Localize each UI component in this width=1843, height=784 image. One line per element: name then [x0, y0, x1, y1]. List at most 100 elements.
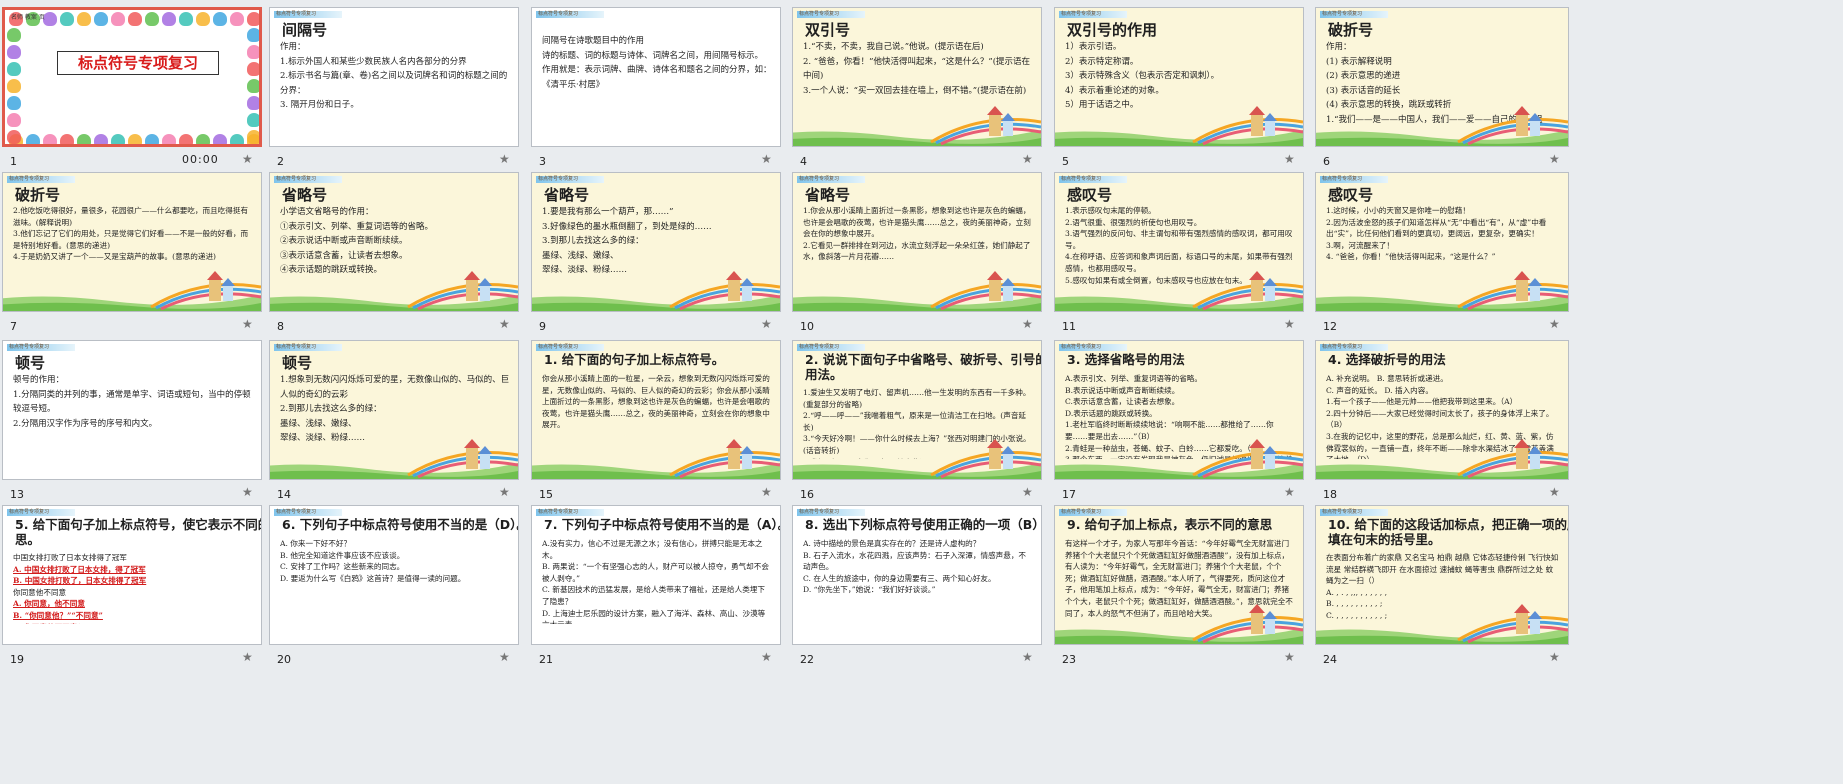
- slide-text-line: A. , . , ,,, , , , , , ,: [1326, 587, 1388, 597]
- slide-number: 5: [1062, 155, 1069, 168]
- handprint-icon: [247, 28, 259, 42]
- slide-body: 1.要是我有那么一个葫芦，那……” 3.好像绿色的墨水瓶倒翻了，到处是绿的…… 3.…: [542, 205, 772, 291]
- slide-number: 7: [10, 320, 17, 333]
- slide-transition-star-icon[interactable]: ★: [242, 152, 253, 166]
- slide-transition-star-icon[interactable]: ★: [1284, 485, 1295, 499]
- slide-thumbnail-7[interactable]: 标点符号专项复习 破折号 2.他吃饭吃得很好，量很多，花园很广——什么都要吃，而且吃…: [2, 172, 262, 312]
- slide-thumbnail-11[interactable]: 标点符号专项复习 感叹号 1.表示感叹句末尾的停顿。 2.语气很重、很强烈的祈使句也用…: [1054, 172, 1304, 312]
- slide-transition-star-icon[interactable]: ★: [499, 317, 510, 331]
- header-tag: 标点符号专项复习: [1320, 509, 1388, 516]
- slide-transition-star-icon[interactable]: ★: [1284, 650, 1295, 664]
- slide-text-line: 4）表示着重论述的对象。: [1065, 85, 1164, 96]
- slide-transition-star-icon[interactable]: ★: [499, 152, 510, 166]
- slide-thumbnail-10[interactable]: 标点符号专项复习 省略号 1.你会从那小溪睛上面折过一条黑影，想象到这也许是灰色的蝙…: [792, 172, 1042, 312]
- handprint-icon: [7, 130, 21, 144]
- slide-thumbnail-8[interactable]: 标点符号专项复习 省略号 小学语文省略号的作用： ①表示引文、列举、重复词语等的省略。…: [269, 172, 519, 312]
- slide-transition-star-icon[interactable]: ★: [761, 317, 772, 331]
- slide-thumbnail-21[interactable]: 标点符号专项复习 7. 下列句子中标点符号使用不当的是（A）。 A.没有实力，信心不…: [531, 505, 781, 645]
- slide-transition-star-icon[interactable]: ★: [1022, 317, 1033, 331]
- slide-number: 15: [539, 488, 553, 501]
- slide-transition-star-icon[interactable]: ★: [499, 650, 510, 664]
- slide-thumbnail-18[interactable]: 标点符号专项复习 4. 选择破折号的用法 A. 补充说明。 B. 意思转折或递进。 C…: [1315, 340, 1569, 480]
- slide-number: 8: [277, 320, 284, 333]
- slide-transition-star-icon[interactable]: ★: [761, 152, 772, 166]
- slide-thumbnail-19[interactable]: 标点符号专项复习 5. 给下面句子加上标点符号，使它表示不同的意思。 中国女排打败了…: [2, 505, 262, 645]
- slide-thumbnail-1[interactable]: 名师 教案 页标点符号专项复习: [2, 7, 262, 147]
- slide-text-line: C. 新基因技术的迅猛发展，是给人类带来了福祉，还是给人类埋下了隐患？: [542, 585, 765, 606]
- slide-thumbnail-17[interactable]: 标点符号专项复习 3. 选择省略号的用法 A.表示引文、列举、重复词语等的省略。 B.…: [1054, 340, 1304, 480]
- slide-thumbnail-4[interactable]: 标点符号专项复习 双引号 1.“不卖，不卖，我自己说。”他说。(提示语在后) 2. “…: [792, 7, 1042, 147]
- handprint-icon: [230, 12, 244, 26]
- slide-thumbnail-6[interactable]: 标点符号专项复习 破折号 作用： (1) 表示解释说明 (2) 表示意思的递进 (3) 表…: [1315, 7, 1569, 147]
- slide-transition-star-icon[interactable]: ★: [499, 485, 510, 499]
- slide-thumbnail-9[interactable]: 标点符号专项复习 省略号 1.要是我有那么一个葫芦，那……” 3.好像绿色的墨水瓶倒翻…: [531, 172, 781, 312]
- slide-thumbnail-20[interactable]: 标点符号专项复习 6. 下列句子中标点符号使用不当的是（D）。 A. 你来一下好不好…: [269, 505, 519, 645]
- slide-transition-star-icon[interactable]: ★: [1549, 485, 1560, 499]
- slide-transition-star-icon[interactable]: ★: [242, 485, 253, 499]
- header-tag: 标点符号专项复习: [274, 176, 342, 183]
- slide-text-line: 2）表示特定称谓。: [1065, 56, 1139, 67]
- slide-transition-star-icon[interactable]: ★: [761, 485, 772, 499]
- handprint-icon: [247, 62, 259, 76]
- slide-thumbnail-2[interactable]: 标点符号专项复习 间隔号 作用： 1.标示外国人和某些少数民族人名内各部分的分界 2.标…: [269, 7, 519, 147]
- slide-thumbnail-12[interactable]: 标点符号专项复习 感叹号 1.这时候，小小的天窗又是你唯一的慰藉！ 2.因为活波金怒的…: [1315, 172, 1569, 312]
- slide-number: 21: [539, 653, 553, 666]
- slide-transition-star-icon[interactable]: ★: [242, 317, 253, 331]
- slide-text-line: A. 中国女排打败了日本女排，得了冠军: [13, 564, 146, 574]
- slide-text-line: 2.标示书名与篇(章、卷)名之间以及词牌名和词的标题之间的分界：: [280, 71, 508, 96]
- slide-number: 2: [277, 155, 284, 168]
- slide-body: 1.想象到无数闪闪烁烁可爱的星，无数像山似的、马似的、巨人似的奇幻的云彩 2.到那…: [280, 373, 510, 459]
- header-tag: 标点符号专项复习: [7, 344, 75, 351]
- slide-text-line: (1) 表示解释说明: [1326, 56, 1392, 67]
- slide-text-line: 2.青蛙是一种益虫，苍蝇、蚊子、白蛉……它都爱吃。（A）: [1065, 443, 1264, 453]
- slide-thumbnail-24[interactable]: 标点符号专项复习 10. 给下面的这段话加标点，把正确一项的序号填在句末的括号里。…: [1315, 505, 1569, 645]
- slide-text-line: C. 你同意他不同意？: [13, 622, 253, 624]
- slide-text-line: B. 石子入流水，水花四溅，应该声势：石子入深潭，情感声悬，不动声色。: [803, 550, 1027, 572]
- slide-transition-star-icon[interactable]: ★: [1549, 152, 1560, 166]
- handprint-icon: [247, 96, 259, 110]
- header-tag: 标点符号专项复习: [1059, 344, 1127, 351]
- slide-thumbnail-15[interactable]: 标点符号专项复习 1. 给下面的句子加上标点符号。 你会从那小溪睛上面的一粒星，一朵…: [531, 340, 781, 480]
- slide-text-line: 1.“不卖，不卖，我自己说。”他说。(提示语在后): [803, 42, 984, 52]
- slide-text-line: 2.“呼——呼——”我喘着粗气，原来是一位清洁工在扫地。(声音延长): [803, 411, 1027, 432]
- slide-transition-star-icon[interactable]: ★: [1022, 650, 1033, 664]
- slide-transition-star-icon[interactable]: ★: [1284, 152, 1295, 166]
- slide-timer: 00:00: [182, 153, 219, 166]
- handprint-icon: [145, 134, 159, 144]
- slide-thumbnail-23[interactable]: 标点符号专项复习 9. 给句子加上标点，表示不同的意思 有这样一个才子，为家人写那年…: [1054, 505, 1304, 645]
- slide-text-line: 墨绿、浅绿、嫩绿、: [542, 250, 619, 261]
- handprint-icon: [128, 12, 142, 26]
- slide-text-line: 在表面分布着广的家鼎 又名宝马 柏鼎 越鼎 它体态轻捷伶俐 飞行快如流星 常结群…: [1326, 553, 1559, 586]
- slide-body: 1.表示感叹句末尾的停顿。 2.语气很重、很强烈的祈使句也用叹号。 3.语气强烈的反…: [1065, 205, 1295, 291]
- handprint-icon: [7, 62, 21, 76]
- header-tag: 标点符号专项复习: [274, 11, 342, 18]
- slide-transition-star-icon[interactable]: ★: [1549, 317, 1560, 331]
- header-tag: 标点符号专项复习: [797, 11, 865, 18]
- slide-transition-star-icon[interactable]: ★: [242, 650, 253, 664]
- slide-thumbnail-16[interactable]: 标点符号专项复习 2. 说说下面句子中省略号、破折号、引号的不同用法。 1.爱迪生又…: [792, 340, 1042, 480]
- slide-text-line: ②表示说话中断或声音断断续续。: [280, 236, 408, 246]
- slide-text-line: 1）表示引语。: [1065, 42, 1122, 52]
- handprint-icon: [7, 113, 21, 127]
- slide-transition-star-icon[interactable]: ★: [1022, 152, 1033, 166]
- slide-title: 破折号: [1328, 21, 1374, 39]
- slide-transition-star-icon[interactable]: ★: [1022, 485, 1033, 499]
- slide-cell-24: 标点符号专项复习 10. 给下面的这段话加标点，把正确一项的序号填在句末的括号里。…: [1315, 505, 1569, 701]
- header-tag: 标点符号专项复习: [797, 176, 865, 183]
- slide-thumbnail-13[interactable]: 标点符号专项复习 顿号 顿号的作用： 1.分隔同类的并列的事，通常是单字、词语或短句，…: [2, 340, 262, 480]
- slide-text-line: C.表示话意含蓄，让读者去想象。: [1065, 397, 1180, 407]
- slide-number: 6: [1323, 155, 1330, 168]
- slide-thumbnail-14[interactable]: 标点符号专项复习 顿号 1.想象到无数闪闪烁烁可爱的星，无数像山似的、马似的、巨人似…: [269, 340, 519, 480]
- slide-transition-star-icon[interactable]: ★: [1549, 650, 1560, 664]
- slide-transition-star-icon[interactable]: ★: [1284, 317, 1295, 331]
- slide-thumbnail-5[interactable]: 标点符号专项复习 双引号的作用 1）表示引语。 2）表示特定称谓。 3）表示特殊含义（包…: [1054, 7, 1304, 147]
- slide-title: 感叹号: [1328, 186, 1374, 204]
- handprint-icon: [247, 130, 259, 144]
- slide-number: 10: [800, 320, 814, 333]
- slide-thumbnail-3[interactable]: 标点符号专项复习 间隔号在诗歌题目中的作用 诗的标题、词的标题与诗体、词牌名之间，用…: [531, 7, 781, 147]
- slide-text-line: 5.感叹句如果有或全倒置，句末感叹号也应放在句末。: [1065, 275, 1247, 285]
- header-tag: 标点符号专项复习: [274, 509, 342, 516]
- slide-transition-star-icon[interactable]: ★: [761, 650, 772, 664]
- slide-thumbnail-22[interactable]: 标点符号专项复习 8. 选出下列标点符号使用正确的一项（B） A. 诗中描绘的景色是…: [792, 505, 1042, 645]
- slide-text-line: ③表示话意含蓄，让读者去想象。: [280, 250, 408, 261]
